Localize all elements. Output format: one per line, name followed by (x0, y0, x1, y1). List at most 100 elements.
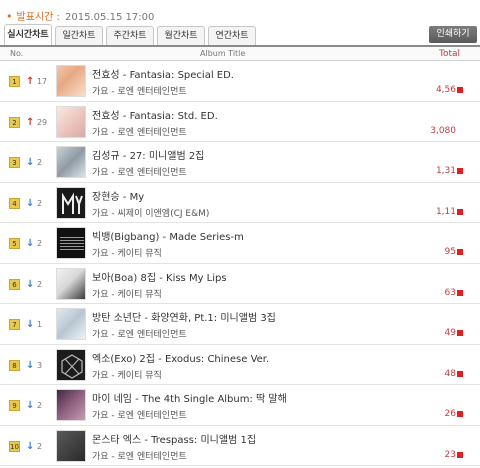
album-cover[interactable] (56, 267, 86, 300)
rank-badge: 6 (9, 278, 20, 290)
song-title[interactable]: 엑소(Exo) 2집 - Exodus: Chinese Ver. (92, 350, 269, 365)
rank-change: ↓ 2 (26, 157, 43, 168)
tab-weekly[interactable]: 주간차트 (106, 26, 154, 46)
album-cover[interactable] (56, 308, 86, 340)
arrow-down-icon: ↓ (26, 278, 35, 290)
song-title[interactable]: 전효성 - Fantasia: Std. ED. (92, 107, 218, 122)
column-album-title: Album Title (200, 49, 246, 58)
table-row[interactable]: 3 ↓ 2 김성규 - 27: 미니앨범 2집 가요 - 로엔 엔터테인먼트 1… (0, 142, 480, 183)
tab-daily[interactable]: 일간차트 (55, 26, 103, 46)
total-value: 49 (444, 328, 456, 338)
label-info: 가요 - 로엔 엔터테인먼트 (92, 411, 187, 421)
arrow-down-icon: ↓ (26, 197, 35, 209)
total-value: 26 (444, 409, 456, 419)
total-bar (457, 451, 463, 458)
rank-change: ↓ 2 (26, 238, 43, 249)
rank-badge: 9 (9, 400, 20, 411)
chart-table: 1 ↑ 17 전효성 - Fantasia: Special ED. 가요 - … (0, 61, 480, 466)
album-cover[interactable] (56, 348, 86, 381)
chart-tabs: 실시간차트 일간차트 주간차트 월간차트 연간차트 (4, 24, 259, 46)
arrow-down-icon: ↓ (26, 238, 35, 249)
bullet-icon: • (6, 10, 13, 23)
arrow-down-icon: ↓ (26, 400, 35, 411)
arrow-up-icon: ↑ (26, 76, 35, 87)
album-cover[interactable] (56, 105, 86, 138)
total-value: 95 (444, 247, 456, 257)
rank-change: ↓ 2 (26, 278, 43, 290)
label-info: 가요 - 로엔 엔터테인먼트 (92, 451, 187, 462)
album-cover[interactable] (56, 389, 86, 421)
label-info: 가요 - 케이티 뮤직 (92, 249, 162, 259)
label-info: 가요 - 로엔 엔터테인먼트 (92, 330, 187, 340)
label-info: 가요 - 로엔 엔터테인먼트 (92, 168, 187, 178)
total-value: 3,080 (430, 125, 456, 136)
tab-realtime[interactable]: 실시간차트 (4, 24, 52, 46)
rank-badge: 10 (9, 440, 20, 452)
table-row[interactable]: 10 ↓ 2 몬스타 엑스 - Trespass: 미니앨범 1집 가요 - 로… (0, 426, 480, 466)
label-info: 가요 - 케이티 뮤직 (92, 289, 162, 300)
table-row[interactable]: 5 ↓ 2 빅뱅(Bigbang) - Made Series-m 가요 - 케… (0, 223, 480, 264)
song-title[interactable]: 빅뱅(Bigbang) - Made Series-m (92, 228, 244, 243)
album-cover[interactable] (56, 429, 86, 462)
rank-badge: 1 (9, 76, 20, 87)
rank-change: ↓ 2 (26, 440, 43, 452)
total-bar (457, 411, 463, 417)
publish-time-value: 2015.05.15 17:00 (65, 12, 155, 23)
table-row[interactable]: 7 ↓ 1 방탄 소년단 - 화양연화, Pt.1: 미니앨범 3집 가요 - … (0, 304, 480, 345)
table-row[interactable]: 6 ↓ 2 보아(Boa) 8집 - Kiss My Lips 가요 - 케이티… (0, 264, 480, 304)
album-cover[interactable] (56, 146, 86, 178)
total-value: 48 (444, 368, 456, 379)
song-title[interactable]: 장현승 - My (92, 188, 144, 203)
column-no: No. (10, 49, 24, 58)
arrow-down-icon: ↓ (26, 319, 35, 330)
song-title[interactable]: 방탄 소년단 - 화양연화, Pt.1: 미니앨범 3집 (92, 309, 276, 324)
total-value: 63 (444, 287, 456, 298)
table-row[interactable]: 4 ↓ 2 장현승 - My 가요 - 씨제이 이앤엠(CJ E&M) 1,11 (0, 183, 480, 223)
arrow-down-icon: ↓ (26, 157, 35, 168)
total-bar (457, 370, 463, 377)
hexagon-logo-icon (61, 353, 83, 379)
table-row[interactable]: 8 ↓ 3 엑소(Exo) 2집 - Exodus: Chinese Ver. … (0, 345, 480, 385)
print-button[interactable]: 인쇄하기 (429, 26, 477, 43)
total-bar (457, 87, 463, 93)
rank-badge: 2 (9, 116, 20, 128)
song-title[interactable]: 마이 네임 - The 4th Single Album: 딱 말해 (92, 390, 287, 405)
column-total: Total (439, 49, 461, 59)
album-cover[interactable] (56, 186, 86, 219)
stripes-pattern-icon (60, 237, 84, 250)
rank-change: ↓ 1 (26, 319, 43, 330)
tab-yearly[interactable]: 연간차트 (208, 26, 256, 46)
arrow-up-icon: ↑ (26, 116, 35, 128)
song-title[interactable]: 몬스타 엑스 - Trespass: 미니앨범 1집 (92, 431, 256, 446)
table-row[interactable]: 9 ↓ 2 마이 네임 - The 4th Single Album: 딱 말해… (0, 385, 480, 426)
total-bar (457, 208, 463, 215)
song-title[interactable]: 전효성 - Fantasia: Special ED. (92, 66, 234, 81)
rank-badge: 4 (9, 197, 20, 209)
arrow-down-icon: ↓ (26, 440, 35, 452)
rank-badge: 3 (9, 157, 20, 168)
label-info: 가요 - 케이티 뮤직 (92, 370, 162, 381)
publish-time-label: 발표시간 : (16, 12, 60, 23)
total-value: 1,11 (435, 206, 456, 217)
rank-change: ↑ 17 (26, 76, 48, 87)
total-bar (457, 330, 463, 336)
rank-change: ↓ 3 (26, 359, 43, 371)
album-cover[interactable] (56, 227, 86, 259)
total-value: 4,56 (435, 85, 456, 95)
rank-badge: 7 (9, 319, 20, 330)
rank-change: ↑ 29 (26, 116, 48, 128)
album-cover[interactable] (56, 65, 86, 97)
table-row[interactable]: 1 ↑ 17 전효성 - Fantasia: Special ED. 가요 - … (0, 61, 480, 102)
total-bar (457, 249, 463, 255)
my-logo-icon (62, 192, 83, 214)
table-row[interactable]: 2 ↑ 29 전효성 - Fantasia: Std. ED. 가요 - 로엔 … (0, 102, 480, 142)
song-title[interactable]: 보아(Boa) 8집 - Kiss My Lips (92, 269, 227, 284)
total-bar (457, 289, 463, 296)
label-info: 가요 - 로엔 엔터테인먼트 (92, 87, 187, 97)
total-bar (457, 168, 463, 174)
publish-time: • 발표시간 : 2015.05.15 17:00 (6, 8, 154, 23)
tab-monthly[interactable]: 월간차트 (157, 26, 205, 46)
label-info: 가요 - 씨제이 이앤엠(CJ E&M) (92, 208, 210, 219)
song-title[interactable]: 김성규 - 27: 미니앨범 2집 (92, 147, 204, 162)
rank-badge: 8 (9, 359, 20, 371)
